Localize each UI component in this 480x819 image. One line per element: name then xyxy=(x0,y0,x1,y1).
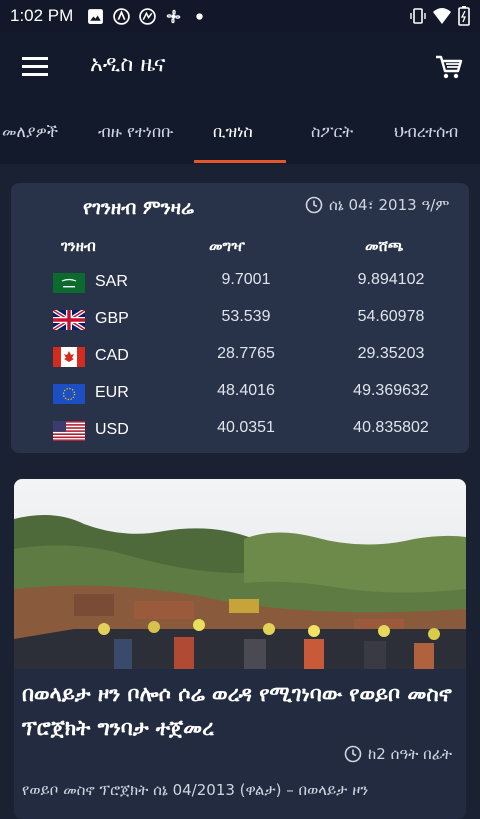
news-article-card[interactable]: በወላይታ ዞን ቦሎሶ ሶሬ ወረዳ የሚገነባው የወይቦ መስኖ ፕሮጀክ… xyxy=(14,479,466,819)
clock-icon xyxy=(305,196,323,214)
vpn-icon xyxy=(139,7,157,25)
currency-code: EUR xyxy=(95,384,129,401)
tab-society[interactable]: ህብረተሰብ xyxy=(394,122,458,142)
table-row: GBP 53.539 54.60978 xyxy=(11,304,469,340)
column-sell: መሸጫ xyxy=(365,237,404,255)
tab-sports[interactable]: ስፖርት xyxy=(311,122,353,142)
buy-rate: 53.539 xyxy=(221,308,271,325)
exchange-date: ሰኔ 04፣ 2013 ዓ/ም xyxy=(305,196,449,214)
sell-rate: 40.835802 xyxy=(353,419,429,436)
buy-rate: 48.4016 xyxy=(217,382,275,399)
hamburger-menu-icon[interactable] xyxy=(22,54,48,78)
currency-code: USD xyxy=(95,421,129,438)
news-timestamp: ከ2 ሰዓት በፊት xyxy=(344,745,452,763)
buy-rate: 9.7001 xyxy=(221,271,271,288)
news-summary: የወይቦ መስኖ ፕሮጀክት ሰኔ 04/2013 (ዋልታ) – በወላይታ … xyxy=(22,781,369,799)
category-tabs: መለያዎች ብዙ የተነበቡ ቢዝነስ ስፖርት ህብረተሰብ xyxy=(0,102,480,164)
app-title: አዲስ ዜና xyxy=(90,52,166,77)
cart-icon[interactable] xyxy=(434,52,464,82)
table-row: SAR 9.7001 9.894102 xyxy=(11,267,469,303)
dot-icon xyxy=(196,12,203,20)
currency-code: GBP xyxy=(95,310,129,327)
buy-rate: 28.7765 xyxy=(217,345,275,362)
sell-rate: 9.894102 xyxy=(357,271,425,288)
news-photo xyxy=(14,479,466,669)
tab-labels[interactable]: መለያዎች xyxy=(2,122,58,142)
saudi-arabia-flag-icon xyxy=(53,273,85,293)
system-icons xyxy=(410,6,470,26)
currency-code: SAR xyxy=(95,273,128,290)
battery-icon xyxy=(458,6,470,26)
vpn-icon xyxy=(113,7,131,25)
notification-icons xyxy=(87,7,208,25)
status-bar: 1:02 PM xyxy=(0,0,480,32)
currency-code: CAD xyxy=(95,347,129,364)
sell-rate: 49.369632 xyxy=(353,382,429,399)
eu-flag-icon xyxy=(53,384,85,404)
fan-icon xyxy=(167,9,181,23)
table-row: USD 40.0351 40.835802 xyxy=(11,415,469,451)
exchange-date-text: ሰኔ 04፣ 2013 ዓ/ም xyxy=(329,196,450,214)
table-row: EUR 48.4016 49.369632 xyxy=(11,378,469,414)
us-flag-icon xyxy=(53,421,85,441)
table-row: CAD 28.7765 29.35203 xyxy=(11,341,469,377)
image-icon xyxy=(88,8,104,24)
column-buy: መግዣ xyxy=(209,237,245,255)
active-tab-indicator xyxy=(194,160,286,163)
uk-flag-icon xyxy=(53,310,85,330)
tab-most-read[interactable]: ብዙ የተነበቡ xyxy=(98,122,174,142)
canada-flag-icon xyxy=(53,347,85,367)
clock-icon xyxy=(344,745,362,763)
news-time-text: ከ2 ሰዓት በፊት xyxy=(368,745,452,763)
app-bar: አዲስ ዜና xyxy=(0,32,480,102)
exchange-rate-card: የገንዘብ ምንዛሬ ሰኔ 04፣ 2013 ዓ/ም ገንዘብ መግዣ መሸጫ … xyxy=(11,183,469,453)
buy-rate: 40.0351 xyxy=(217,419,275,436)
sell-rate: 29.35203 xyxy=(357,345,425,362)
sell-rate: 54.60978 xyxy=(357,308,425,325)
exchange-title: የገንዘብ ምንዛሬ xyxy=(83,197,194,219)
vibrate-icon xyxy=(410,8,426,24)
wifi-icon xyxy=(433,8,451,24)
column-currency: ገንዘብ xyxy=(61,237,96,255)
news-headline[interactable]: በወላይታ ዞን ቦሎሶ ሶሬ ወረዳ የሚገነባው የወይቦ መስኖ ፕሮጀክ… xyxy=(22,677,458,745)
tab-business[interactable]: ቢዝነስ xyxy=(213,122,253,142)
status-time: 1:02 PM xyxy=(10,6,74,25)
